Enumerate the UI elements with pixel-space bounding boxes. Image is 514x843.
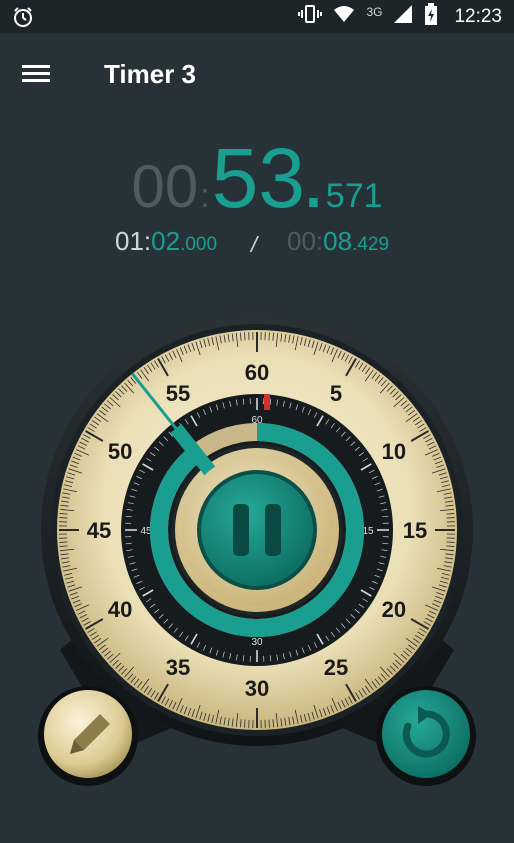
total-millis: 000 (185, 234, 218, 255)
elapsed-seconds: 08 (323, 226, 353, 256)
signal-icon (392, 4, 414, 29)
elapsed-minutes: 00 (287, 226, 316, 256)
stopwatch-icon (12, 6, 34, 33)
clock-time: 12:23 (454, 5, 502, 27)
network-type: 3G (366, 4, 383, 19)
outer-label: 25 (324, 655, 348, 680)
outer-label: 30 (245, 676, 269, 701)
pause-button[interactable] (197, 470, 317, 590)
outer-tick (244, 332, 246, 341)
outer-label: 10 (382, 439, 406, 464)
outer-label: 20 (382, 597, 406, 622)
outer-tick (59, 517, 68, 519)
main-minutes: 00 (131, 153, 199, 220)
reset-button[interactable] (376, 686, 476, 786)
main-seconds: 53 (211, 131, 306, 225)
total-seconds: 02 (151, 226, 181, 256)
outer-tick (446, 541, 455, 543)
status-bar: 3G 12:23 (0, 0, 514, 33)
outer-label: 5 (330, 381, 342, 406)
outer-tick (446, 517, 455, 519)
main-time-readout: 00:53. 571 (0, 130, 514, 227)
inner-label: 30 (251, 637, 263, 648)
start-marker (264, 394, 270, 410)
outer-label: 35 (166, 655, 190, 680)
wifi-icon (332, 4, 356, 29)
main-colon: : (200, 177, 210, 215)
outer-label: 40 (108, 597, 132, 622)
battery-charging-icon (424, 3, 438, 30)
vibrate-icon (298, 4, 323, 29)
outer-tick (244, 719, 246, 728)
outer-tick (268, 719, 270, 728)
outer-tick (59, 541, 68, 543)
elapsed-time-readout: 00:08.429 (287, 226, 389, 257)
total-minutes: 01 (115, 226, 144, 256)
total-time-readout: 01:02.000 (115, 226, 217, 257)
outer-label: 60 (245, 360, 269, 385)
elapsed-millis: 429 (357, 234, 390, 255)
main-millis: 571 (325, 177, 383, 215)
inner-label: 15 (362, 526, 374, 537)
outer-label: 15 (403, 518, 427, 543)
outer-label: 45 (87, 518, 111, 543)
edit-button[interactable] (38, 686, 138, 786)
main-dot: . (305, 153, 322, 220)
page-title: Timer 3 (104, 59, 197, 89)
outer-label: 50 (108, 439, 132, 464)
outer-label: 55 (166, 381, 190, 406)
outer-tick (268, 332, 270, 341)
timer-dial: 60510152025303540455055 60153045 (38, 314, 476, 786)
app-bar: Timer 3 (0, 33, 514, 117)
time-separator: / (251, 232, 258, 257)
hamburger-menu-icon[interactable] (22, 61, 56, 91)
